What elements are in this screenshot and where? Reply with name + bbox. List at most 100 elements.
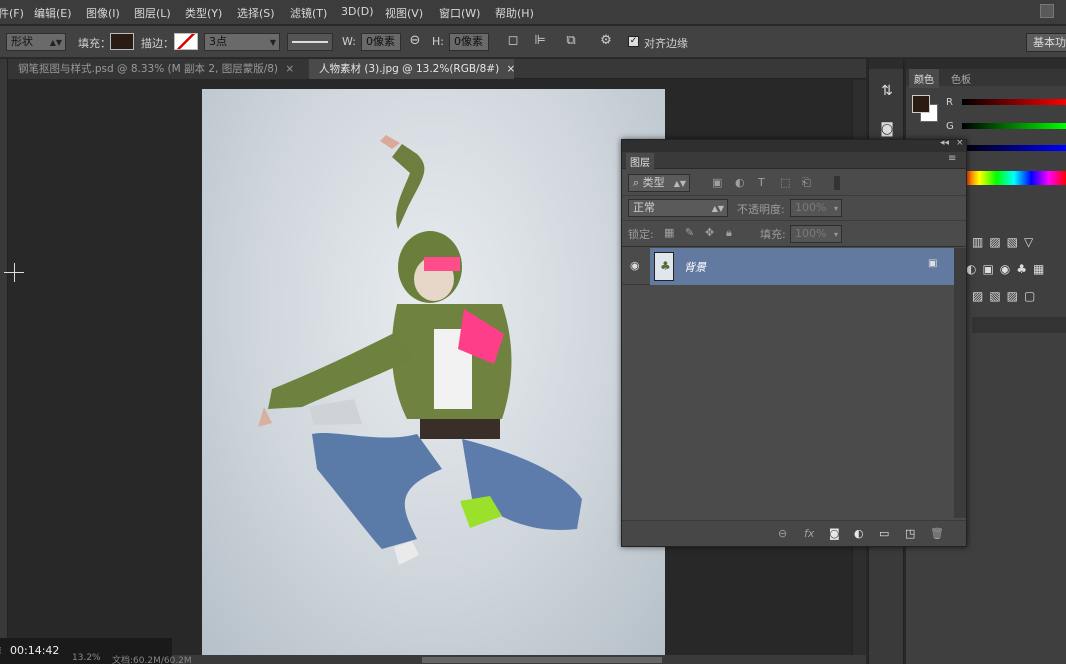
filter-pixel-icon[interactable]: ▣ bbox=[712, 176, 722, 189]
layers-panel-titlebar[interactable]: ◂◂ × bbox=[622, 138, 966, 152]
properties-icon[interactable]: ◙ bbox=[877, 119, 897, 139]
lock-transparent-icon[interactable]: ▦ bbox=[664, 226, 674, 239]
tab-color[interactable]: 颜色 bbox=[909, 69, 939, 88]
align-edges-label: 对齐边缘 bbox=[644, 37, 688, 50]
path-alignment-icon[interactable]: ⊫ bbox=[532, 34, 548, 48]
new-layer-icon[interactable]: ◳ bbox=[905, 527, 915, 540]
adjustments-icons-row1[interactable]: ▥▨▧▽ bbox=[972, 235, 1066, 249]
lock-move-icon[interactable]: ✥ bbox=[705, 226, 714, 239]
options-bar: 形状 ▲▼ 填充： 描边： 3点 ▼ W: 0像素 ⊖ H: 0像素 ◻ ⊫ ⧉ ⚙… bbox=[0, 26, 1066, 58]
layer-row[interactable]: ◉ ♣ 背景 ▣ bbox=[622, 248, 954, 285]
fill-color-swatch[interactable] bbox=[110, 33, 134, 50]
filter-kind-select[interactable]: ⌕ 类型 ▲▼ bbox=[628, 174, 690, 192]
close-icon[interactable]: × bbox=[956, 138, 964, 148]
g-label: G bbox=[946, 121, 954, 132]
add-mask-icon[interactable]: ◙ bbox=[829, 527, 840, 540]
tools-strip bbox=[0, 59, 8, 664]
tab-layers[interactable]: 图层 bbox=[626, 153, 654, 170]
filter-adjustment-icon[interactable]: ◐ bbox=[735, 176, 745, 189]
adjustments-icons-row3[interactable]: ▨▧▨▢ bbox=[972, 289, 1066, 303]
gear-icon[interactable]: ⚙ bbox=[598, 34, 614, 48]
opacity-field[interactable]: 100% ▾ bbox=[790, 199, 842, 217]
close-icon[interactable]: × bbox=[507, 63, 516, 75]
layers-lock-row: 锁定: ▦ ✎ ✥ 🔒︎ 填充: 100% ▾ bbox=[622, 221, 966, 247]
stroke-color-swatch[interactable] bbox=[174, 33, 198, 50]
close-icon[interactable]: × bbox=[285, 63, 294, 75]
document-canvas[interactable] bbox=[202, 89, 665, 655]
tab-psd-label: 钢笔抠图与样式.psd @ 8.33% (M 副本 2, 图层蒙版/8) bbox=[18, 63, 279, 75]
photoshop-window: 件(F) 编辑(E) 图像(I) 图层(L) 类型(Y) 选择(S) 滤镜(T)… bbox=[0, 0, 1066, 664]
collapse-icon[interactable]: ◂◂ bbox=[940, 138, 949, 148]
filter-type-icon[interactable]: T bbox=[758, 176, 765, 189]
stroke-style-select[interactable] bbox=[287, 33, 333, 51]
minimize-button[interactable] bbox=[1040, 4, 1054, 18]
tab-swatches[interactable]: 色板 bbox=[946, 69, 976, 88]
layers-tab-row: 图层 ≡ bbox=[622, 152, 966, 170]
link-layers-icon[interactable]: ⊖ bbox=[778, 527, 787, 540]
green-slider[interactable] bbox=[962, 123, 1066, 129]
stroke-width-field[interactable]: 3点 ▼ bbox=[204, 33, 280, 51]
menu-view[interactable]: 视图(V) bbox=[385, 5, 423, 21]
menu-window[interactable]: 窗口(W) bbox=[439, 5, 480, 21]
panel-menu-icon[interactable]: ≡ bbox=[948, 153, 956, 164]
fill-label: 填充: bbox=[760, 228, 786, 241]
layers-scrollbar[interactable] bbox=[954, 248, 966, 518]
horizontal-scrollbar-thumb[interactable] bbox=[422, 657, 662, 663]
blue-slider[interactable] bbox=[962, 145, 1066, 151]
height-field[interactable]: 0像素 bbox=[449, 33, 489, 51]
menu-file[interactable]: 件(F) bbox=[0, 5, 24, 21]
menu-3d[interactable]: 3D(D) bbox=[341, 5, 374, 18]
dock-header bbox=[869, 59, 903, 69]
fill-field[interactable]: 100% ▾ bbox=[790, 225, 842, 243]
tab-jpg[interactable]: 人物素材 (3).jpg @ 13.2%(RGB/8#) × bbox=[309, 59, 516, 79]
menu-image[interactable]: 图像(I) bbox=[86, 5, 120, 21]
zoom-readout[interactable]: 13.2% bbox=[72, 653, 101, 663]
menu-layer[interactable]: 图层(L) bbox=[134, 5, 171, 21]
color-spectrum[interactable] bbox=[962, 171, 1066, 185]
lock-icon: ▣ bbox=[928, 258, 938, 269]
layers-blend-row: 正常 ▲▼ 不透明度: 100% ▾ bbox=[622, 196, 966, 221]
blend-mode-select[interactable]: 正常 ▲▼ bbox=[628, 199, 728, 217]
layer-thumbnail: ♣ bbox=[654, 252, 674, 281]
filter-toggle[interactable] bbox=[834, 176, 840, 190]
search-icon: ⌕ bbox=[633, 176, 640, 189]
layers-panel: ◂◂ × 图层 ≡ ⌕ 类型 ▲▼ ▣ ◐ T ⬚ ⎗ 正常 ▲▼ 不透明度: 10 bbox=[621, 138, 967, 547]
foreground-color-swatch[interactable] bbox=[912, 95, 930, 113]
fx-icon[interactable]: fx bbox=[804, 527, 814, 540]
menu-edit[interactable]: 编辑(E) bbox=[34, 5, 72, 21]
red-slider[interactable] bbox=[962, 99, 1066, 105]
layer-name[interactable]: 背景 bbox=[684, 259, 706, 275]
menu-type[interactable]: 类型(Y) bbox=[185, 5, 222, 21]
trash-icon[interactable]: 🗑︎ bbox=[930, 527, 944, 540]
path-operations-icon[interactable]: ◻ bbox=[505, 34, 521, 48]
layers-list: ◉ ♣ 背景 ▣ bbox=[622, 248, 954, 518]
color-panel-header bbox=[906, 59, 1066, 69]
menu-help[interactable]: 帮助(H) bbox=[495, 5, 534, 21]
menu-select[interactable]: 选择(S) bbox=[237, 5, 275, 21]
eye-icon[interactable]: ◉ bbox=[630, 259, 640, 272]
doc-size: 文档:60.2M/60.2M bbox=[112, 656, 192, 664]
path-arrangement-icon[interactable]: ⧉ bbox=[562, 34, 580, 48]
menu-filter[interactable]: 滤镜(T) bbox=[290, 5, 327, 21]
lock-all-icon[interactable]: 🔒︎ bbox=[726, 226, 732, 240]
workspace-button[interactable]: 基本功 bbox=[1026, 33, 1066, 52]
lock-paint-icon[interactable]: ✎ bbox=[685, 226, 694, 239]
lock-label: 锁定: bbox=[628, 228, 654, 241]
history-icon[interactable]: ⇅ bbox=[877, 81, 897, 101]
link-dimensions-icon[interactable]: ⊖ bbox=[407, 34, 423, 48]
adjustment-layer-icon[interactable]: ◐ bbox=[854, 527, 864, 540]
folder-icon[interactable]: ▭ bbox=[879, 527, 889, 540]
chevron-down-icon: ▾ bbox=[833, 204, 838, 213]
stroke-width-value: 3点 bbox=[209, 35, 227, 48]
tool-mode-select[interactable]: 形状 ▲▼ bbox=[6, 33, 66, 51]
layer-row-selected[interactable]: ♣ 背景 ▣ bbox=[650, 248, 954, 285]
align-edges-checkbox[interactable]: ✓ bbox=[628, 36, 639, 47]
dancer-thumb-icon: ♣ bbox=[660, 259, 671, 273]
tab-psd[interactable]: 钢笔抠图与样式.psd @ 8.33% (M 副本 2, 图层蒙版/8) × bbox=[8, 59, 308, 79]
width-field[interactable]: 0像素 bbox=[361, 33, 401, 51]
filter-smart-object-icon[interactable]: ⎗ bbox=[802, 176, 811, 190]
filter-shape-icon[interactable]: ⬚ bbox=[780, 176, 790, 189]
menu-bar: 件(F) 编辑(E) 图像(I) 图层(L) 类型(Y) 选择(S) 滤镜(T)… bbox=[0, 0, 1066, 25]
chevron-down-icon: ▼ bbox=[269, 38, 276, 47]
adjustments-icons-row2[interactable]: ◐▣◉♣▦ bbox=[966, 262, 1066, 276]
